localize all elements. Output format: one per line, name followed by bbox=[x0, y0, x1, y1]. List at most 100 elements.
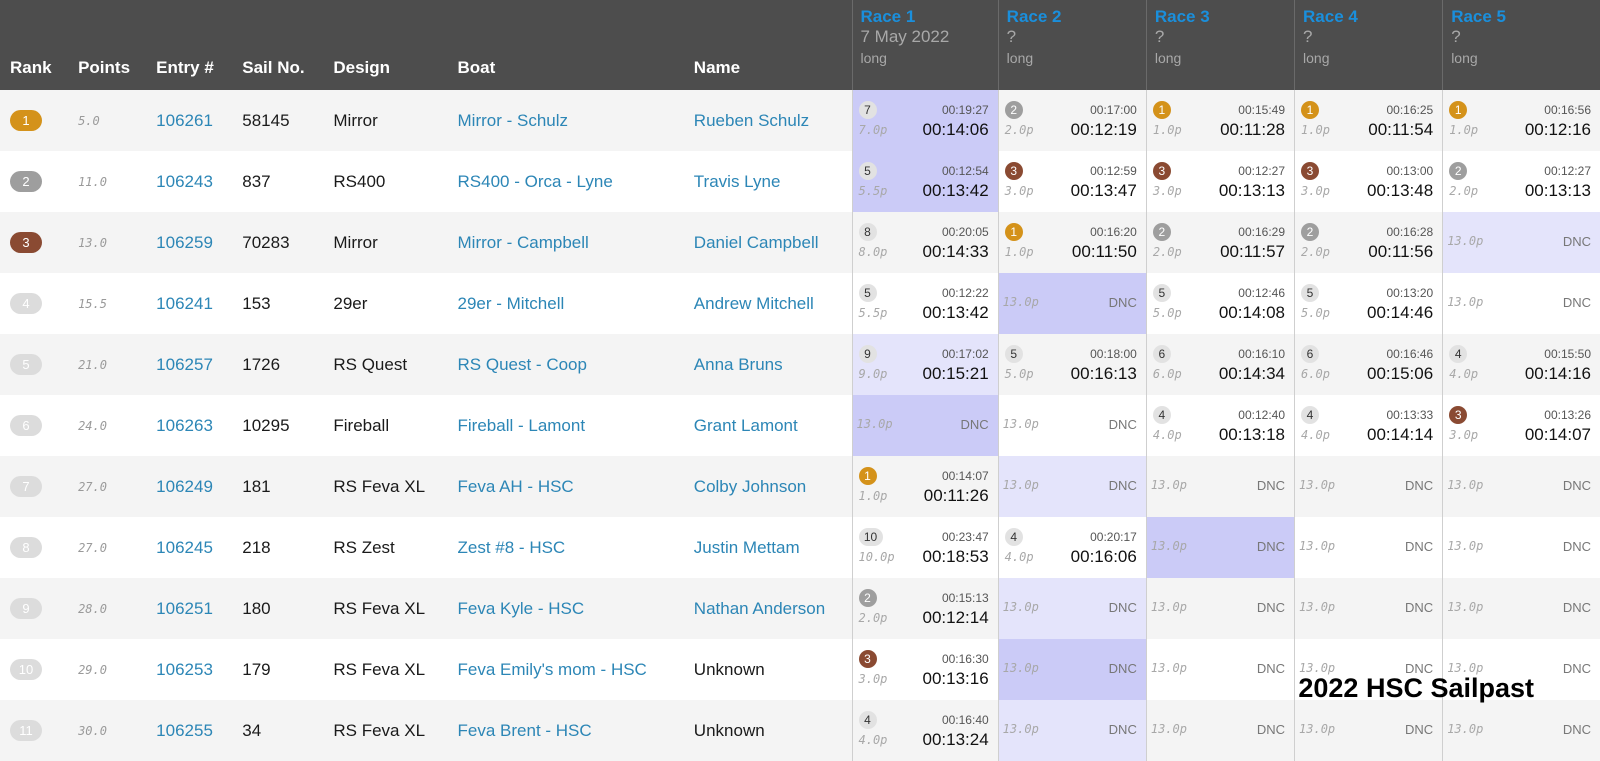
entry-link[interactable]: 106261 bbox=[146, 90, 232, 151]
elapsed-time: 00:12:54 bbox=[941, 164, 989, 178]
table-row: 6 24.0 106263 10295 Fireball Fireball - Lamon… bbox=[0, 395, 1600, 456]
race-title-link[interactable]: Race 2 bbox=[1007, 7, 1146, 27]
design-cell: Fireball bbox=[333, 415, 390, 435]
entry-link[interactable]: 106249 bbox=[146, 456, 232, 517]
points-cell: 15.5 bbox=[78, 296, 107, 311]
race-points: 3.0p bbox=[858, 672, 888, 686]
boat-link[interactable]: Mirror - Schulz bbox=[448, 90, 684, 151]
sailor-name-link[interactable]: Andrew Mitchell bbox=[684, 273, 852, 334]
race-result-cell: 3 00:13:00 00:13:48 3.0p bbox=[1294, 151, 1443, 212]
col-header-entry[interactable]: Entry # bbox=[146, 0, 233, 90]
boat-link[interactable]: 29er - Mitchell bbox=[448, 273, 684, 334]
dnc-status: DNC bbox=[1562, 539, 1591, 554]
design-cell: RS Quest bbox=[333, 354, 408, 374]
race-points: 13.0p bbox=[1299, 478, 1336, 492]
elapsed-time: 00:16:40 bbox=[941, 713, 989, 727]
boat-link[interactable]: RS400 - Orca - Lyne bbox=[448, 151, 684, 212]
design-cell: 29er bbox=[333, 293, 368, 313]
boat-link[interactable]: Feva Kyle - HSC bbox=[448, 578, 684, 639]
entry-link[interactable]: 106257 bbox=[146, 334, 232, 395]
entry-link[interactable]: 106245 bbox=[146, 517, 232, 578]
race-title-link[interactable]: Race 1 bbox=[861, 7, 998, 27]
dnc-status: DNC bbox=[1108, 722, 1137, 737]
elapsed-time: 00:13:26 bbox=[1544, 408, 1591, 422]
boat-link[interactable]: Feva AH - HSC bbox=[448, 456, 684, 517]
race-result-cell: 2 00:17:00 00:12:19 2.0p bbox=[997, 90, 1147, 151]
race-result-cell: 13.0p DNC bbox=[997, 578, 1147, 639]
race-result-cell: 13.0p DNC bbox=[997, 273, 1147, 334]
corrected-time: 00:11:54 bbox=[1368, 120, 1434, 139]
race-result-cell: 3 00:13:26 00:14:07 3.0p bbox=[1442, 395, 1600, 456]
race-result-cell: 13.0p DNC bbox=[1294, 578, 1443, 639]
race-result-cell: 4 00:13:33 00:14:14 4.0p bbox=[1294, 395, 1443, 456]
corrected-time: 00:14:07 bbox=[1524, 425, 1591, 444]
col-header-boat[interactable]: Boat bbox=[447, 0, 684, 90]
race-points: 9.0p bbox=[858, 367, 888, 381]
race-points: 4.0p bbox=[1301, 428, 1330, 442]
race-points: 13.0p bbox=[1447, 234, 1484, 248]
boat-link[interactable]: Mirror - Campbell bbox=[448, 212, 684, 273]
sailor-name-link[interactable]: Daniel Campbell bbox=[684, 212, 852, 273]
sailor-name-link[interactable]: Anna Bruns bbox=[684, 334, 852, 395]
points-cell: 5.0 bbox=[78, 113, 100, 128]
sail-number: 180 bbox=[242, 598, 271, 618]
entry-link[interactable]: 106259 bbox=[146, 212, 232, 273]
dnc-status: DNC bbox=[1256, 539, 1286, 554]
finish-position-badge: 6 bbox=[1152, 345, 1171, 363]
sailor-name-link[interactable]: Grant Lamont bbox=[684, 395, 852, 456]
sailor-name-link[interactable]: Nathan Anderson bbox=[684, 578, 852, 639]
race-result-cell: 13.0p DNC bbox=[1145, 456, 1295, 517]
sailor-name-link[interactable]: Rueben Schulz bbox=[684, 90, 852, 151]
entry-link[interactable]: 106253 bbox=[146, 639, 232, 700]
entry-link[interactable]: 106251 bbox=[146, 578, 232, 639]
race-points: 1.0p bbox=[1152, 123, 1182, 137]
boat-link[interactable]: Feva Emily's mom - HSC bbox=[448, 639, 684, 700]
finish-position-badge: 3 bbox=[1152, 162, 1171, 180]
dnc-status: DNC bbox=[1256, 478, 1286, 493]
elapsed-time: 00:12:46 bbox=[1238, 286, 1286, 300]
race-date: ? bbox=[1006, 27, 1017, 46]
boat-link[interactable]: RS Quest - Coop bbox=[448, 334, 684, 395]
entry-link[interactable]: 106263 bbox=[146, 395, 232, 456]
sailor-name-link[interactable]: Colby Johnson bbox=[684, 456, 852, 517]
elapsed-time: 00:12:27 bbox=[1238, 164, 1286, 178]
table-row: 8 27.0 106245 218 RS Zest Zest #8 - HSC Justin… bbox=[0, 517, 1600, 578]
race-header-5: Race 5? long bbox=[1442, 0, 1600, 90]
race-points: 13.0p bbox=[1150, 661, 1187, 675]
race-title-link[interactable]: Race 3 bbox=[1155, 7, 1294, 27]
rank-cell: 4 bbox=[0, 273, 68, 334]
corrected-time: 00:11:26 bbox=[923, 486, 989, 505]
col-header-points[interactable]: Points bbox=[68, 0, 147, 90]
design-cell: Mirror bbox=[333, 110, 378, 130]
col-header-sail[interactable]: Sail No. bbox=[232, 0, 324, 90]
corrected-time: 00:13:18 bbox=[1218, 425, 1286, 444]
dnc-status: DNC bbox=[1108, 478, 1137, 493]
race-title-link[interactable]: Race 4 bbox=[1303, 7, 1442, 27]
entry-link[interactable]: 106243 bbox=[146, 151, 232, 212]
col-header-design[interactable]: Design bbox=[323, 0, 448, 90]
sailor-name-link[interactable]: Justin Mettam bbox=[684, 517, 852, 578]
race-result-cell: 5 00:12:46 00:14:08 5.0p bbox=[1145, 273, 1295, 334]
col-header-rank[interactable]: Rank bbox=[0, 0, 69, 90]
race-title-link[interactable]: Race 5 bbox=[1451, 7, 1600, 27]
corrected-time: 00:16:06 bbox=[1070, 547, 1137, 566]
sailor-name-link[interactable]: Travis Lyne bbox=[684, 151, 852, 212]
entry-link[interactable]: 106241 bbox=[146, 273, 232, 334]
boat-link[interactable]: Zest #8 - HSC bbox=[448, 517, 684, 578]
race-result-cell: 1 00:14:07 00:11:26 1.0p bbox=[851, 456, 999, 517]
col-header-name[interactable]: Name bbox=[683, 0, 852, 90]
race-header-2: Race 2? long bbox=[997, 0, 1147, 90]
points-cell: 24.0 bbox=[78, 418, 107, 433]
elapsed-time: 00:17:00 bbox=[1090, 103, 1137, 117]
rank-badge: 5 bbox=[10, 354, 42, 375]
rank-cell: 6 bbox=[0, 395, 68, 456]
design-cell: RS Zest bbox=[333, 537, 395, 557]
elapsed-time: 00:13:20 bbox=[1386, 286, 1434, 300]
sail-number: 10295 bbox=[242, 415, 290, 435]
race-result-cell: 13.0p DNC bbox=[851, 395, 999, 456]
dnc-status: DNC bbox=[1562, 722, 1591, 737]
finish-position-badge: 5 bbox=[1152, 284, 1171, 302]
finish-position-badge: 1 bbox=[1004, 223, 1023, 241]
boat-link[interactable]: Fireball - Lamont bbox=[448, 395, 684, 456]
race-points: 13.0p bbox=[1002, 600, 1039, 614]
